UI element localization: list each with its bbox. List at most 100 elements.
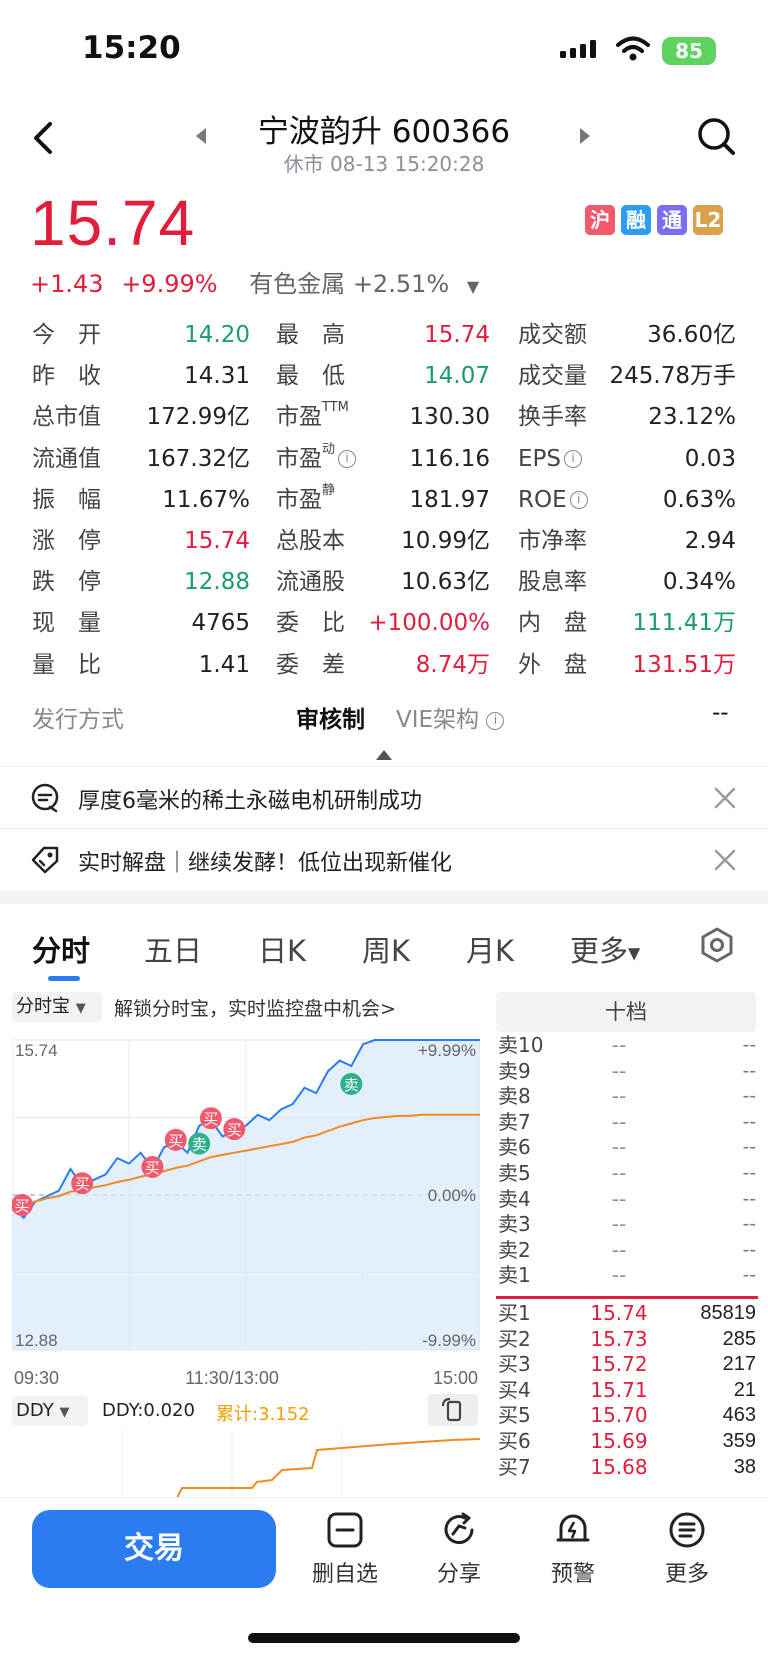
x-axis-label: 09:30	[14, 1368, 60, 1388]
order-volume: 21	[733, 1378, 756, 1401]
svg-text:买: 买	[168, 1132, 183, 1150]
ask-row[interactable]: 卖2 -- --	[496, 1237, 758, 1264]
stat-label: 市盈TTM	[276, 400, 349, 431]
buy-signal-marker[interactable]: 买	[223, 1118, 246, 1141]
info-icon[interactable]: i	[569, 491, 588, 510]
tab-weekly-k[interactable]: 周K	[362, 928, 410, 970]
sell-signal-marker[interactable]: 卖	[188, 1132, 211, 1155]
info-icon[interactable]: i	[564, 450, 583, 469]
order-level-label: 卖10	[498, 1033, 544, 1057]
price-change-row: +1.43 +9.99% 有色金属 +2.51% ▼	[30, 264, 499, 299]
bid-row[interactable]: 买3 15.72 217	[496, 1351, 758, 1378]
vie-label: VIE架构 i	[396, 700, 505, 734]
stat-row: 量 比 1.41 委 差 8.74万 外 盘 131.51万	[0, 645, 768, 685]
trade-button[interactable]: 交易	[32, 1510, 276, 1588]
news-item[interactable]: 厚度6毫米的稀土永磁电机研制成功	[0, 766, 768, 828]
stat-value: 14.31	[184, 363, 250, 390]
stat-label: ROE i	[518, 480, 588, 520]
ask-row[interactable]: 卖8 -- --	[496, 1083, 758, 1110]
stat-row: 流通值 167.32亿 市盈动i 116.16 EPS i 0.03	[0, 439, 768, 479]
buy-signal-marker[interactable]: 买	[12, 1193, 33, 1216]
stat-label: 换手率	[518, 404, 587, 431]
tab-more[interactable]: 更多▼	[570, 928, 640, 970]
tab-intraday[interactable]: 分时	[32, 928, 90, 970]
chart-settings-icon[interactable]	[698, 926, 736, 964]
issue-info-row[interactable]: 发行方式 审核制 VIE架构 i --	[0, 700, 768, 756]
close-icon[interactable]	[712, 785, 738, 811]
stat-label: 流通值	[32, 445, 101, 472]
tab-daily-k[interactable]: 日K	[258, 928, 306, 970]
stat-label: 市盈动i	[276, 439, 357, 479]
tag-icon	[31, 846, 59, 874]
stat-value: 10.99亿	[401, 528, 490, 554]
sector-link[interactable]: 有色金属 +2.51% ▼	[249, 270, 489, 298]
bid-row[interactable]: 买1 15.74 85819	[496, 1300, 758, 1327]
market-badge: 融	[621, 205, 651, 235]
next-stock-icon[interactable]	[578, 128, 590, 144]
stat-label: 市盈静	[276, 482, 336, 513]
bid-row[interactable]: 买2 15.73 285	[496, 1326, 758, 1353]
stat-value: 15.74	[424, 322, 490, 348]
order-price: --	[611, 1109, 627, 1134]
info-icon[interactable]: i	[486, 711, 505, 730]
more-button[interactable]: 更多	[642, 1510, 732, 1590]
buy-signal-marker[interactable]: 买	[199, 1107, 222, 1130]
ddy-total: 累计:3.152	[216, 1404, 310, 1425]
ask-row[interactable]: 卖5 -- --	[496, 1160, 758, 1187]
ask-row[interactable]: 卖1 -- --	[496, 1262, 758, 1289]
ask-row[interactable]: 卖3 -- --	[496, 1211, 758, 1238]
buy-signal-marker[interactable]: 买	[71, 1172, 94, 1195]
alert-icon	[556, 1514, 590, 1542]
dropdown-icon: ▼	[59, 1405, 70, 1420]
order-volume: 85819	[700, 1302, 756, 1324]
bid-row[interactable]: 买5 15.70 463	[496, 1402, 758, 1429]
sell-signal-marker[interactable]: 卖	[340, 1073, 363, 1096]
order-volume: --	[742, 1238, 756, 1261]
ask-row[interactable]: 卖9 -- --	[496, 1058, 758, 1085]
dropdown-icon: ▼	[628, 943, 641, 963]
y-axis-top-label: 15.74	[15, 1041, 58, 1060]
close-icon[interactable]	[712, 847, 738, 873]
search-icon[interactable]	[696, 116, 736, 156]
order-price: 15.72	[590, 1352, 648, 1377]
buy-signal-marker[interactable]: 买	[164, 1128, 187, 1151]
stat-label: 跌 停	[32, 569, 101, 596]
tab-monthly-k[interactable]: 月K	[466, 928, 514, 970]
stat-label: 委 差	[276, 651, 345, 678]
price-change-pct: +9.99%	[121, 270, 218, 298]
info-icon[interactable]: i	[338, 450, 357, 469]
x-axis-label: 15:00	[432, 1368, 478, 1388]
order-level-label: 卖8	[498, 1084, 531, 1109]
ask-row[interactable]: 卖10 -- --	[496, 1032, 758, 1059]
intraday-chart[interactable]: 买买买买 卖买买卖15.7412.88+9.99%0.00%-9.99%	[12, 1024, 480, 1366]
alert-button[interactable]: 预警	[528, 1510, 618, 1590]
ask-row[interactable]: 卖4 -- --	[496, 1186, 758, 1213]
bid-row[interactable]: 买6 15.69 359	[496, 1428, 758, 1455]
svg-text:买: 买	[227, 1121, 242, 1139]
ddy-selector[interactable]: DDY ▼	[12, 1396, 88, 1426]
stat-label: 成交额	[518, 322, 587, 348]
remove-watchlist-button[interactable]: 删自选	[300, 1510, 390, 1590]
bid-row[interactable]: 买7 15.68 38	[496, 1454, 758, 1481]
tab-five-day[interactable]: 五日	[144, 928, 202, 970]
order-volume: 217	[722, 1353, 756, 1376]
stat-value: 111.41万	[632, 610, 736, 637]
order-book-title[interactable]: 十档	[496, 992, 756, 1032]
news-item[interactable]: 实时解盘｜继续发酵！低位出现新催化	[0, 828, 768, 890]
unlock-promo-link[interactable]: 解锁分时宝，实时监控盘中机会>	[114, 994, 396, 1021]
share-button[interactable]: 分享	[414, 1510, 504, 1590]
buy-signal-marker[interactable]: 买	[141, 1155, 164, 1178]
stat-label: 流通股	[276, 569, 345, 596]
order-volume: --	[742, 1034, 756, 1056]
chart-tool-selector[interactable]: 分时宝 ▼	[12, 992, 102, 1022]
ask-row[interactable]: 卖7 -- --	[496, 1109, 758, 1136]
stat-value: 8.74万	[415, 651, 490, 678]
home-indicator[interactable]	[248, 1633, 520, 1643]
rotate-screen-icon[interactable]	[428, 1394, 478, 1426]
collapse-caret-icon[interactable]	[376, 750, 392, 760]
stock-title: 宁波韵升 600366	[257, 114, 511, 150]
bid-row[interactable]: 买4 15.71 21	[496, 1377, 758, 1404]
news-chat-icon	[31, 783, 59, 813]
cellular-signal-icon	[560, 40, 596, 58]
ask-row[interactable]: 卖6 -- --	[496, 1134, 758, 1161]
